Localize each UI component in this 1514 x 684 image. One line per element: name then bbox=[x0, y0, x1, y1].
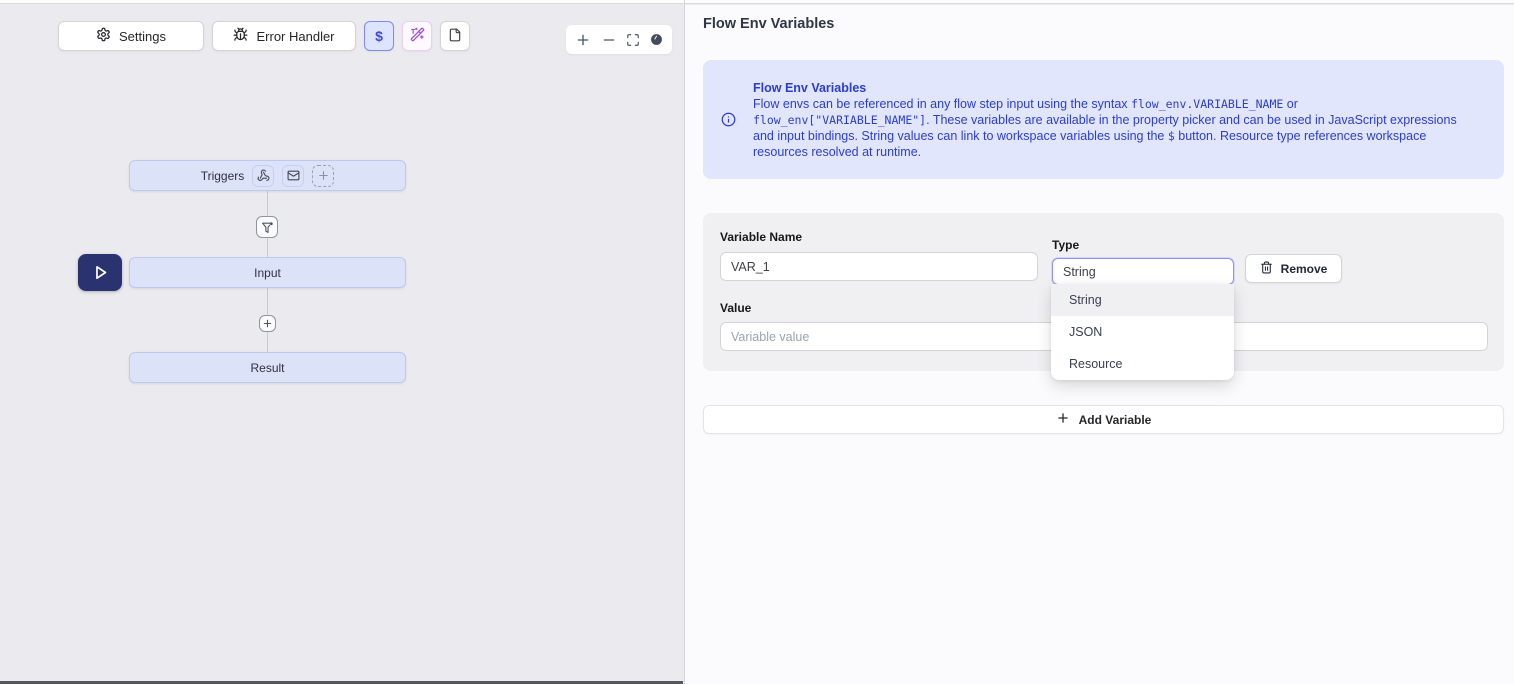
result-node-label: Result bbox=[250, 361, 284, 375]
trigger-filter-button[interactable] bbox=[256, 216, 278, 238]
triggers-node[interactable]: Triggers bbox=[129, 160, 406, 191]
add-step-button[interactable] bbox=[259, 315, 276, 332]
settings-button-label: Settings bbox=[119, 29, 166, 44]
file-icon bbox=[448, 28, 462, 45]
info-body: Flow envs can be referenced in any flow … bbox=[753, 96, 1461, 160]
add-variable-button-label: Add Variable bbox=[1079, 413, 1152, 427]
variable-name-label: Variable Name bbox=[720, 230, 802, 244]
panel-divider bbox=[684, 0, 685, 684]
zoom-in-icon[interactable] bbox=[575, 32, 591, 48]
type-option-json[interactable]: JSON bbox=[1051, 316, 1234, 348]
flow-env-variables-button[interactable]: $ bbox=[364, 21, 394, 51]
plus-icon bbox=[317, 169, 330, 182]
flow-canvas[interactable]: Settings Error Handler $ bbox=[0, 5, 684, 684]
input-node[interactable]: Input bbox=[129, 257, 406, 288]
dollar-icon: $ bbox=[375, 28, 383, 44]
top-border bbox=[0, 0, 1514, 4]
value-label: Value bbox=[720, 301, 751, 315]
variable-name-input[interactable] bbox=[720, 252, 1038, 281]
settings-button[interactable]: Settings bbox=[58, 21, 204, 51]
dark-circle-icon[interactable] bbox=[650, 33, 663, 46]
plus-icon bbox=[262, 318, 273, 329]
remove-button-label: Remove bbox=[1281, 262, 1328, 276]
play-icon bbox=[92, 264, 109, 281]
zoom-out-icon[interactable] bbox=[601, 32, 617, 48]
add-variable-button[interactable]: Add Variable bbox=[703, 405, 1504, 434]
webhook-icon bbox=[257, 169, 270, 182]
type-option-string[interactable]: String bbox=[1051, 284, 1234, 316]
remove-variable-button[interactable]: Remove bbox=[1245, 254, 1342, 283]
plus-icon bbox=[1056, 411, 1070, 428]
type-select-input[interactable] bbox=[1052, 258, 1234, 285]
fit-view-icon[interactable] bbox=[626, 33, 640, 47]
error-handler-button[interactable]: Error Handler bbox=[212, 21, 356, 51]
input-node-label: Input bbox=[254, 266, 281, 280]
flow-toolbar: Settings Error Handler $ bbox=[58, 21, 470, 51]
webhook-trigger-button[interactable] bbox=[252, 165, 274, 187]
info-heading: Flow Env Variables bbox=[753, 80, 1461, 96]
panel-title: Flow Env Variables bbox=[703, 16, 834, 32]
wand-sparkles-icon bbox=[410, 27, 425, 45]
ai-wand-button[interactable] bbox=[402, 21, 432, 51]
type-label: Type bbox=[1052, 238, 1079, 252]
email-trigger-button[interactable] bbox=[282, 165, 304, 187]
type-dropdown-menu: String JSON Resource bbox=[1051, 284, 1234, 380]
bug-icon bbox=[233, 27, 248, 45]
run-flow-button[interactable] bbox=[78, 254, 122, 291]
trash-icon bbox=[1260, 261, 1273, 277]
export-json-button[interactable] bbox=[440, 21, 470, 51]
info-icon bbox=[703, 112, 753, 127]
flow-editor-page: Settings Error Handler $ bbox=[0, 0, 1514, 684]
add-trigger-button[interactable] bbox=[312, 165, 334, 187]
flow-env-variables-panel: Flow Env Variables Flow Env Variables Fl… bbox=[685, 5, 1514, 684]
triggers-node-label: Triggers bbox=[201, 169, 245, 183]
error-handler-button-label: Error Handler bbox=[256, 29, 334, 44]
canvas-zoom-controls bbox=[566, 25, 672, 54]
info-callout: Flow Env Variables Flow envs can be refe… bbox=[703, 60, 1504, 179]
gear-icon bbox=[96, 27, 111, 45]
filter-icon bbox=[261, 221, 274, 234]
type-option-resource[interactable]: Resource bbox=[1051, 348, 1234, 380]
result-node[interactable]: Result bbox=[129, 352, 406, 383]
mail-icon bbox=[287, 169, 300, 182]
